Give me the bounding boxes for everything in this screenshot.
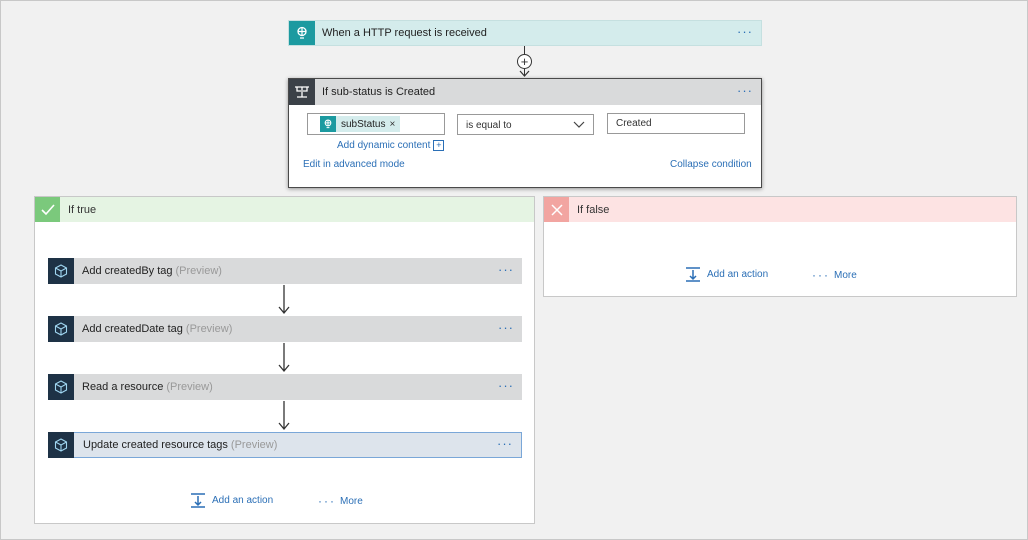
resource-cube-icon [48, 432, 74, 458]
action-name: Read a resource [82, 381, 164, 393]
add-dynamic-content-label: Add dynamic content [337, 140, 431, 152]
preview-tag: (Preview) [175, 265, 222, 277]
action-card[interactable]: Add createdBy tag (Preview) ··· [48, 258, 522, 284]
condition-menu-button[interactable]: ··· [737, 83, 753, 98]
trigger-menu-button[interactable]: ··· [737, 24, 753, 39]
trigger-card[interactable]: When a HTTP request is received ··· [288, 20, 762, 46]
action-card[interactable]: Add createdDate tag (Preview) ··· [48, 316, 522, 342]
add-action-label: Add an action [212, 495, 274, 506]
arrow-down-icon [519, 70, 530, 77]
arrow-down-icon [278, 401, 290, 431]
operator-value: is equal to [466, 120, 512, 131]
action-card[interactable]: Update created resource tags (Preview) ··… [48, 432, 522, 458]
more-label: More [834, 269, 857, 281]
if-false-header[interactable]: If false [544, 197, 1016, 222]
condition-left-operand[interactable]: subStatus × [307, 113, 445, 135]
preview-tag: (Preview) [230, 439, 278, 451]
more-dots-icon: ··· [318, 494, 336, 508]
arrow-down-icon [278, 285, 290, 315]
add-dynamic-content-link[interactable]: Add dynamic content + [337, 140, 445, 152]
dynamic-token[interactable]: subStatus × [320, 116, 401, 132]
condition-icon [289, 79, 315, 105]
if-false-label: If false [577, 204, 610, 216]
arrow-down-icon [278, 343, 290, 373]
more-button[interactable]: ··· More [318, 494, 363, 508]
close-icon [544, 197, 569, 222]
connector-line [524, 46, 525, 54]
add-action-button[interactable]: Add an action [685, 267, 768, 282]
condition-title: If sub-status is Created [322, 86, 436, 98]
check-icon [35, 197, 60, 222]
resource-cube-icon [48, 374, 74, 400]
preview-tag: (Preview) [166, 381, 213, 393]
more-dots-icon: ··· [812, 268, 830, 282]
if-true-label: If true [68, 204, 97, 216]
token-label: subStatus [341, 118, 386, 130]
condition-value: Created [616, 118, 652, 129]
resource-cube-icon [48, 258, 74, 284]
add-action-label: Add an action [707, 269, 769, 280]
condition-value-input[interactable]: Created [607, 113, 745, 134]
remove-token-button[interactable]: × [389, 119, 395, 130]
add-action-icon [686, 267, 700, 282]
edit-advanced-mode-link[interactable]: Edit in advanced mode [303, 159, 405, 170]
more-button[interactable]: ··· More [812, 268, 857, 282]
trigger-title: When a HTTP request is received [322, 27, 487, 39]
preview-tag: (Preview) [185, 323, 233, 335]
action-name: Update created resource tags [83, 439, 228, 451]
if-false-branch: If false Add an action ··· More [543, 196, 1017, 297]
condition-header: If sub-status is Created ··· [289, 79, 761, 105]
action-menu-button[interactable]: ··· [497, 436, 513, 451]
action-menu-button[interactable]: ··· [498, 262, 514, 277]
chevron-down-icon [573, 121, 585, 128]
plus-icon: + [433, 140, 445, 151]
if-true-branch: If true Add createdBy tag (Preview) ··· A… [34, 196, 535, 524]
action-name: Add createdDate tag [82, 323, 183, 335]
action-menu-button[interactable]: ··· [498, 320, 514, 335]
action-name: Add createdBy tag [82, 265, 173, 277]
action-card[interactable]: Read a resource (Preview) ··· [48, 374, 522, 400]
insert-step-button[interactable]: + [517, 54, 532, 69]
add-action-icon [191, 493, 205, 508]
operator-dropdown[interactable]: is equal to [457, 114, 594, 135]
condition-card[interactable]: If sub-status is Created ··· subStatus ×… [288, 78, 762, 188]
add-action-button[interactable]: Add an action [190, 493, 273, 508]
resource-cube-icon [48, 316, 74, 342]
if-true-header[interactable]: If true [35, 197, 534, 222]
http-request-icon [289, 21, 315, 45]
action-menu-button[interactable]: ··· [498, 378, 514, 393]
more-label: More [340, 495, 363, 507]
collapse-condition-link[interactable]: Collapse condition [670, 159, 752, 170]
http-request-icon [320, 116, 336, 132]
